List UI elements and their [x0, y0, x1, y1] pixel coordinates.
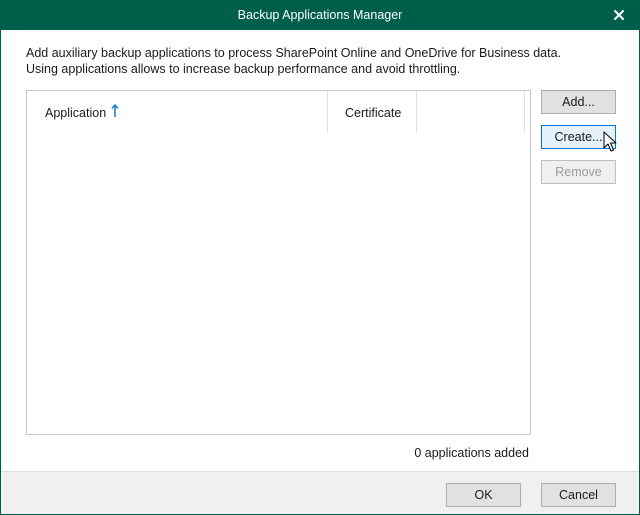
- description-text: Add auxiliary backup applications to pro…: [26, 46, 562, 76]
- window-title: Backup Applications Manager: [237, 8, 403, 22]
- close-button[interactable]: [609, 5, 629, 25]
- remove-button[interactable]: Remove: [541, 160, 616, 184]
- column-header-empty[interactable]: [417, 91, 525, 133]
- applications-count: 0 applications added: [414, 446, 529, 460]
- ok-button[interactable]: OK: [446, 483, 521, 507]
- dialog-window: Backup Applications Manager Add auxiliar…: [0, 0, 640, 515]
- column-header-application[interactable]: Application: [27, 91, 328, 133]
- applications-list[interactable]: Application Certificate: [26, 90, 531, 435]
- cancel-button[interactable]: Cancel: [541, 483, 616, 507]
- column-header-certificate[interactable]: Certificate: [328, 91, 417, 133]
- sort-ascending-arrow-icon: [110, 104, 120, 118]
- list-header: Application Certificate: [27, 91, 530, 133]
- add-button[interactable]: Add...: [541, 90, 616, 114]
- dialog-footer: OK Cancel: [1, 471, 639, 514]
- close-icon: [614, 10, 624, 20]
- mouse-pointer-icon: [603, 131, 617, 153]
- column-label-certificate: Certificate: [345, 106, 402, 120]
- column-label-application: Application: [45, 106, 107, 120]
- title-bar[interactable]: Backup Applications Manager: [1, 1, 639, 30]
